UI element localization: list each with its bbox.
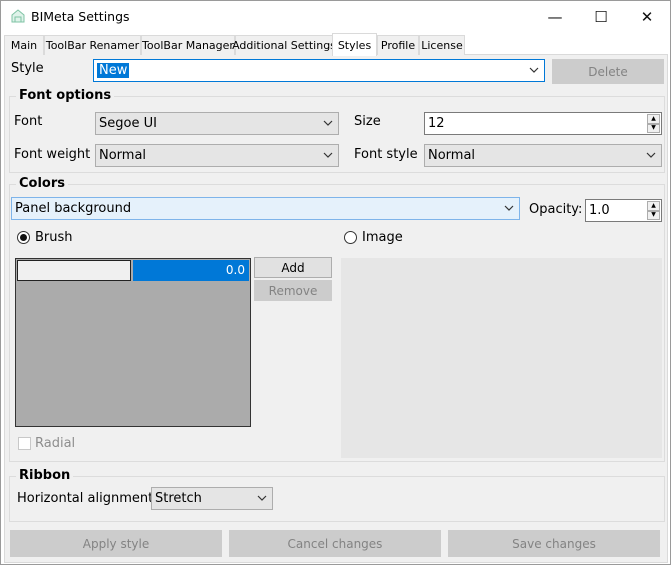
font-label: Font [14,114,43,129]
chevron-down-icon [529,67,539,73]
size-spin-buttons[interactable]: ▲ ▼ [647,114,660,133]
opacity-label: Opacity: [529,202,583,217]
building-icon [11,9,25,23]
tab-strip: Main ToolBar Renamer ToolBar Manager Add… [4,33,668,56]
tab-toolbar-renamer[interactable]: ToolBar Renamer [44,35,141,55]
chevron-down-icon [504,205,514,211]
apply-style-button[interactable]: Apply style [10,530,222,557]
tab-styles[interactable]: Styles [332,33,377,56]
tab-toolbar-manager[interactable]: ToolBar Manager [141,35,235,55]
font-weight-value: Normal [99,148,147,163]
image-preview-area [341,258,662,458]
radial-label: Radial [35,436,76,451]
gradient-preview[interactable]: 0.0 [15,258,251,427]
spin-up-icon[interactable]: ▲ [647,201,660,211]
add-button[interactable]: Add [254,257,332,278]
chevron-down-icon [323,120,333,126]
delete-button[interactable]: Delete [552,59,664,84]
minimize-icon: — [547,7,563,26]
radial-checkbox[interactable] [18,437,31,450]
style-label: Style [11,61,44,76]
color-target-combo[interactable]: Panel background [11,197,520,220]
maximize-icon: ☐ [594,7,608,26]
chevron-down-icon [323,152,333,158]
gradient-stop-color[interactable] [17,260,131,281]
settings-window: BIMeta Settings — ☐ ✕ Main ToolBar Renam… [0,0,671,565]
close-icon: ✕ [640,7,654,26]
tab-profile[interactable]: Profile [377,35,419,55]
remove-button[interactable]: Remove [254,280,332,301]
maximize-button[interactable]: ☐ [578,1,624,32]
style-combo[interactable]: New [93,59,545,82]
image-radio[interactable] [344,231,357,244]
title-bar: BIMeta Settings — ☐ ✕ [1,1,670,33]
chevron-down-icon [257,495,267,501]
font-weight-combo[interactable]: Normal [95,144,339,167]
opacity-spin-buttons[interactable]: ▲ ▼ [647,201,660,220]
image-label: Image [362,230,403,245]
color-target-value: Panel background [15,201,132,216]
size-label: Size [354,114,381,129]
brush-label: Brush [35,230,73,245]
style-value: New [97,63,130,78]
horizontal-alignment-combo[interactable]: Stretch [151,487,273,510]
font-combo[interactable]: Segoe UI [95,112,339,135]
spin-down-icon[interactable]: ▼ [647,123,660,133]
tab-additional-settings[interactable]: Additional Settings [232,35,336,55]
font-weight-label: Font weight [14,147,91,162]
size-value: 12 [428,116,445,131]
minimize-button[interactable]: — [532,1,578,32]
ribbon-title: Ribbon [16,468,74,483]
font-style-value: Normal [428,148,476,163]
close-button[interactable]: ✕ [624,1,670,32]
size-spinner[interactable]: 12 ▲ ▼ [424,112,662,135]
font-style-label: Font style [354,147,418,162]
opacity-spinner[interactable]: 1.0 ▲ ▼ [585,199,662,222]
tab-license[interactable]: License [419,35,465,55]
horizontal-alignment-label: Horizontal alignment [17,491,154,506]
font-options-title: Font options [16,88,115,103]
styles-panel: Style New Delete Font options Font Segoe… [4,55,668,563]
horizontal-alignment-value: Stretch [155,491,202,506]
colors-title: Colors [16,176,69,191]
cancel-changes-button[interactable]: Cancel changes [229,530,441,557]
spin-up-icon[interactable]: ▲ [647,114,660,124]
spin-down-icon[interactable]: ▼ [647,210,660,220]
font-value: Segoe UI [99,116,157,131]
gradient-stop-offset[interactable]: 0.0 [133,260,249,281]
save-changes-button[interactable]: Save changes [448,530,660,557]
window-title: BIMeta Settings [31,9,130,24]
opacity-value: 1.0 [589,203,610,218]
chevron-down-icon [646,152,656,158]
brush-radio[interactable] [17,231,30,244]
tab-main[interactable]: Main [4,35,44,55]
font-style-combo[interactable]: Normal [424,144,662,167]
